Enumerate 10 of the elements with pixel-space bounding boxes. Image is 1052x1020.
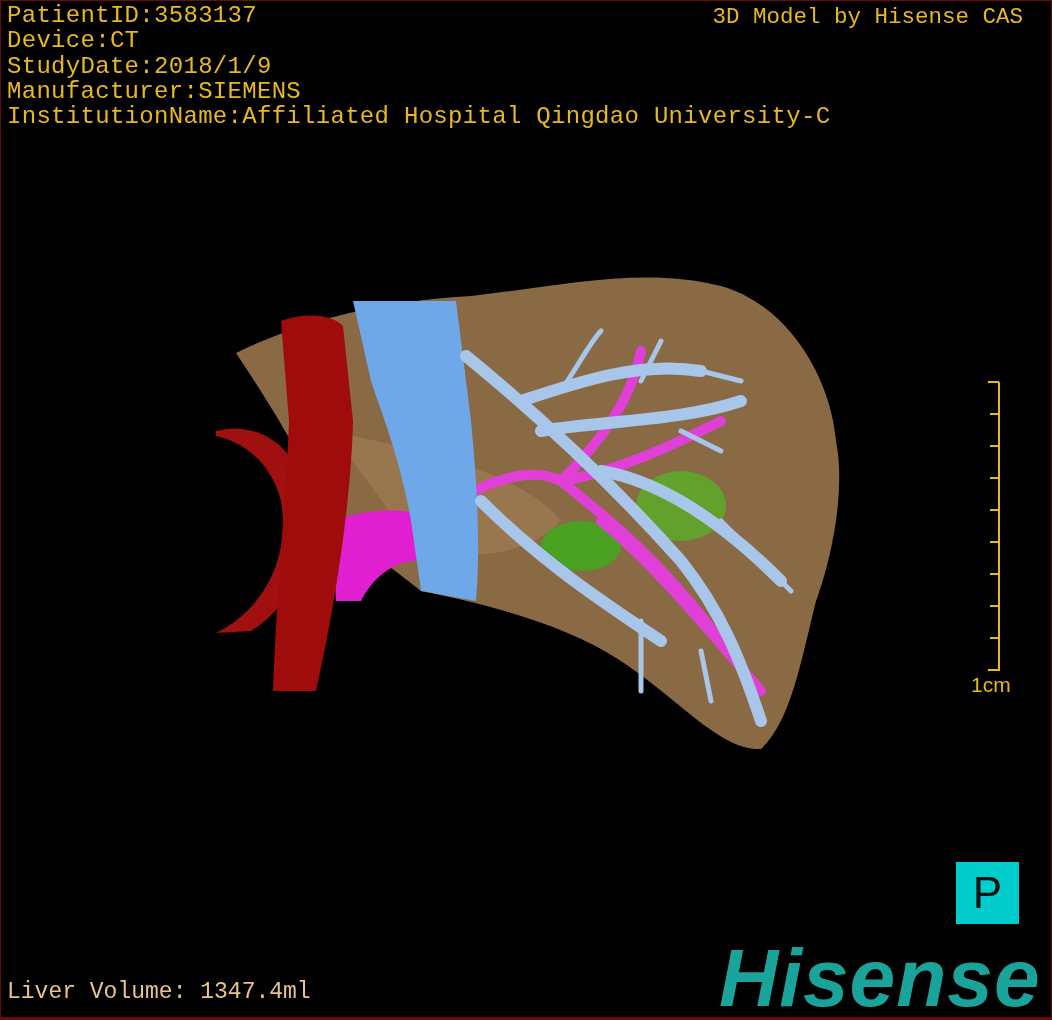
patient-info-text: Manufacturer:SIEMENS (7, 78, 302, 105)
patient-info-text: Device:CT (7, 28, 140, 54)
patient-info-text: InstitutionName:Affiliated Hospital Qingdao University-C (7, 104, 831, 130)
orientation-button[interactable]: P (956, 862, 1019, 924)
logo-text: Hisense (719, 937, 1041, 1017)
model-credit-text: 3D Model by Hisense CAS (712, 4, 1023, 30)
patient-info-text: StudyDate:2018/1/9 (7, 53, 272, 79)
scale-label: 1cm (971, 673, 1011, 697)
liver-volume-text: Liver Volume: 1347.4ml (7, 978, 311, 1006)
patient-info-text: PatientID:3583137 (7, 3, 257, 29)
